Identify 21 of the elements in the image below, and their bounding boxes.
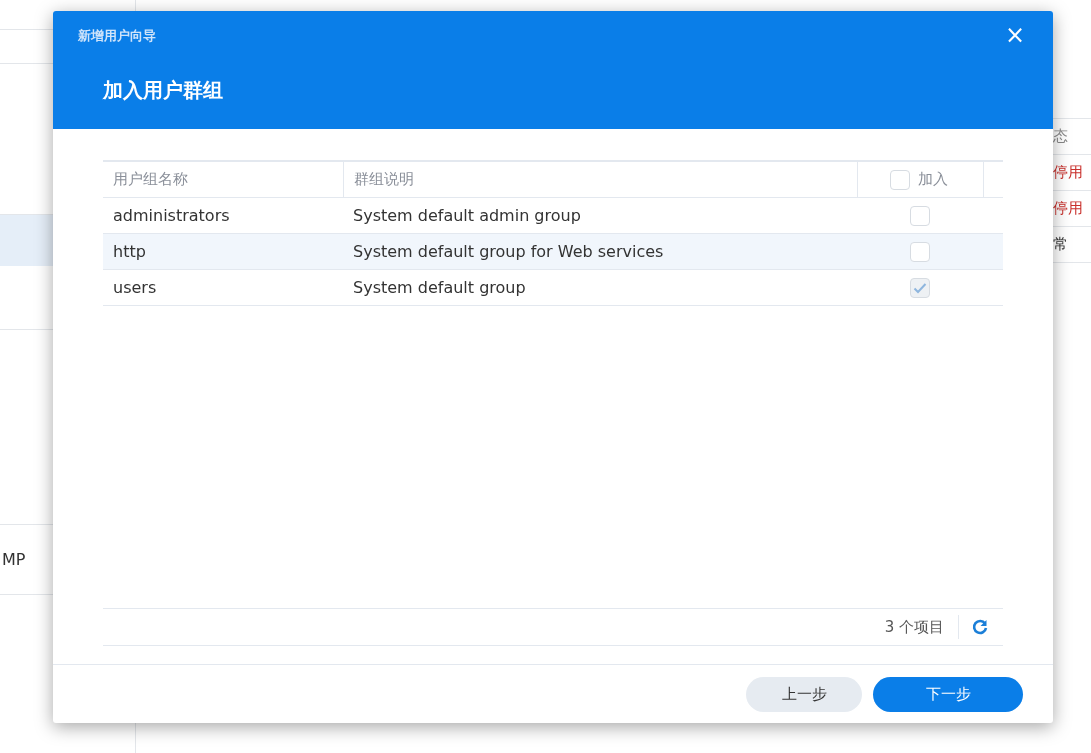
table-cell-text: System default group — [352, 277, 527, 299]
close-button[interactable]: × — [1000, 21, 1029, 49]
window-title: 新增用户向导 — [78, 27, 156, 45]
table-row[interactable]: http System default group for Web services — [103, 234, 1003, 270]
refresh-button[interactable] — [971, 618, 989, 636]
item-count: 3 个项目 — [884, 615, 959, 639]
table-cell-text: System default group for Web services — [352, 241, 665, 263]
next-button[interactable]: 下一步 — [873, 676, 1023, 712]
column-header: 群组说明 — [343, 162, 857, 197]
checkbox[interactable] — [910, 205, 930, 226]
back-button[interactable]: 上一步 — [746, 676, 862, 712]
table-cell-text: administrators — [112, 205, 231, 227]
checkbox[interactable] — [910, 241, 930, 262]
table-cell-text: http — [112, 241, 147, 263]
table-cell-text: System default admin group — [352, 205, 582, 227]
refresh-icon — [971, 618, 989, 636]
column-header: 加入 — [918, 170, 948, 189]
column-header: 用户组名称 — [112, 169, 189, 190]
step-heading: 加入用户群组 — [103, 77, 223, 104]
checkbox[interactable] — [890, 169, 910, 190]
table-cell-text: users — [112, 277, 158, 299]
